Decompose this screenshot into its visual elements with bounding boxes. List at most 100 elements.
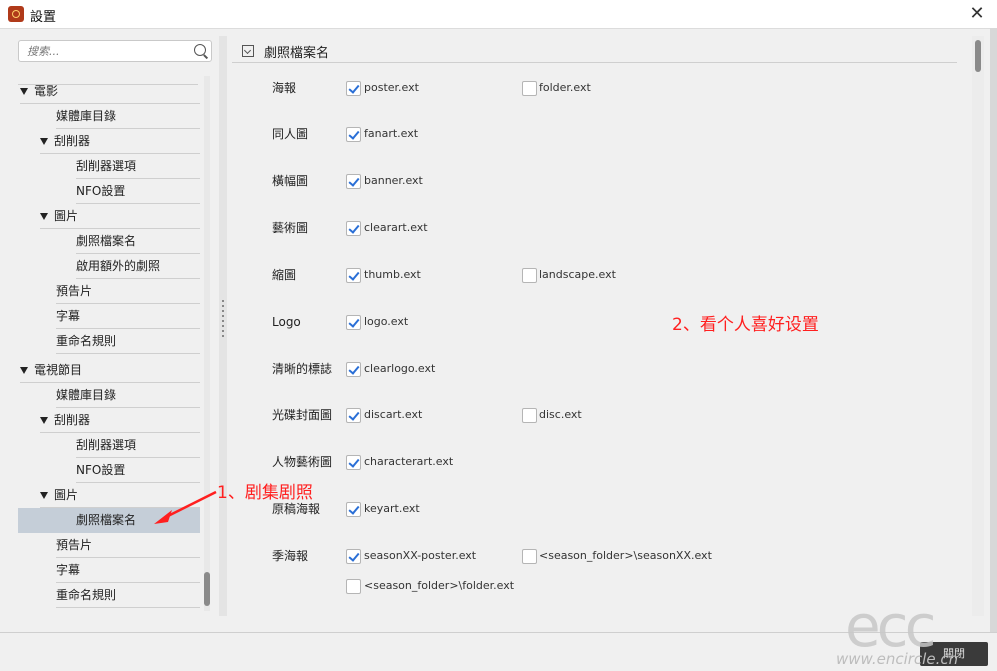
tree-item-movie-nfo[interactable]: NFO設置 — [76, 179, 200, 204]
checkbox-keyart[interactable] — [346, 502, 361, 517]
tree-item-label: 刮削器選項 — [76, 438, 137, 452]
collapse-icon[interactable] — [242, 45, 254, 57]
checkbox-label: logo.ext — [364, 315, 409, 328]
tree-item-movie-library[interactable]: 媒體庫目錄 — [56, 104, 200, 129]
tree-item-movie-scraper-options[interactable]: 刮削器選項 — [76, 154, 200, 179]
checkbox-label: <season_folder>\folder.ext — [364, 579, 515, 592]
tree-item-label: 刮削器 — [54, 134, 91, 148]
tree-item-tv-trailer[interactable]: 預告片 — [56, 533, 200, 558]
checkbox-label: thumb.ext — [364, 268, 421, 281]
search-icon[interactable] — [194, 44, 206, 56]
tree-item-label: 啟用額外的劇照 — [76, 259, 161, 273]
content-scrollbar-thumb[interactable] — [975, 40, 981, 72]
tree-item-tv-rename[interactable]: 重命名規則 — [56, 583, 200, 608]
tree-item-label: NFO設置 — [76, 463, 126, 477]
checkbox-label: disc.ext — [539, 408, 582, 421]
row-label-clearart: 藝術圖 — [272, 221, 309, 235]
window-title: 設置 — [30, 10, 57, 25]
tree-item-label: 電視節目 — [34, 363, 83, 377]
checkbox-label: landscape.ext — [539, 268, 616, 281]
search-box[interactable] — [18, 40, 212, 62]
row-label-thumb: 縮圖 — [272, 268, 297, 282]
section-title: 劇照檔案名 — [264, 46, 330, 61]
row-label-banner: 橫幅圖 — [272, 174, 309, 188]
tree-scrollbar-thumb[interactable] — [204, 572, 210, 606]
checkbox-label: <season_folder>\seasonXX.ext — [539, 549, 712, 562]
tree-item-label: 重命名規則 — [56, 334, 117, 348]
row-label-poster: 海報 — [272, 81, 297, 95]
checkbox-label: banner.ext — [364, 174, 423, 187]
tree-item-label: 媒體庫目錄 — [56, 109, 117, 123]
close-window-button[interactable]: ✕ — [963, 2, 991, 26]
tree-item-tvshows[interactable]: 電視節目 — [20, 358, 200, 383]
title-bar: 設置 ✕ — [0, 0, 997, 29]
checkbox-folder[interactable] — [522, 81, 537, 96]
checkbox-landscape[interactable] — [522, 268, 537, 283]
checkbox-label: folder.ext — [539, 81, 591, 94]
checkbox-clearart[interactable] — [346, 221, 361, 236]
app-logo-icon — [8, 6, 24, 22]
tree-item-label: 媒體庫目錄 — [56, 388, 117, 402]
annotation-arrow-icon — [154, 490, 217, 524]
tree-item-label: NFO設置 — [76, 184, 126, 198]
tree-item-movie-scraper[interactable]: 刮削器 — [40, 129, 200, 154]
row-label-keyart: 原稿海報 — [272, 502, 321, 516]
checkbox-season-poster[interactable] — [346, 549, 361, 564]
splitter-grip-icon[interactable] — [222, 300, 224, 340]
watermark-url: www.encircle.cn — [836, 650, 959, 668]
checkbox-label: poster.ext — [364, 81, 419, 94]
checkbox-characterart[interactable] — [346, 455, 361, 470]
tree-item-label: 刮削器 — [54, 413, 91, 427]
tree-item-tv-nfo[interactable]: NFO設置 — [76, 458, 200, 483]
tree-item-label: 電影 — [34, 84, 59, 98]
row-label-characterart: 人物藝術圖 — [272, 455, 333, 469]
tree-item-movie-image-filenames[interactable]: 劇照檔案名 — [76, 229, 200, 254]
tree-item-label: 圖片 — [54, 209, 79, 223]
row-label-logo: Logo — [272, 315, 301, 329]
tree-item-label: 預告片 — [56, 284, 93, 298]
tree-item-tv-scraper[interactable]: 刮削器 — [40, 408, 200, 433]
tree-item-movies[interactable]: 電影 — [20, 79, 200, 104]
row-label-clearlogo: 清晰的標誌 — [272, 362, 333, 376]
tree-item-label: 字幕 — [56, 563, 81, 577]
expand-arrow-icon[interactable] — [40, 417, 48, 424]
tree-item-movie-subtitles[interactable]: 字幕 — [56, 304, 200, 329]
checkbox-label: discart.ext — [364, 408, 423, 421]
search-input[interactable] — [25, 42, 189, 60]
tree-item-movie-rename[interactable]: 重命名規則 — [56, 329, 200, 354]
tree-item-tv-scraper-options[interactable]: 刮削器選項 — [76, 433, 200, 458]
tree-item-label: 字幕 — [56, 309, 81, 323]
checkbox-thumb[interactable] — [346, 268, 361, 283]
checkbox-discart[interactable] — [346, 408, 361, 423]
checkbox-clearlogo[interactable] — [346, 362, 361, 377]
settings-tree: 電影 媒體庫目錄 刮削器 刮削器選項 NFO設置 圖片 劇照檔案名 啟用額外的劇… — [4, 70, 204, 610]
background-window-edge — [990, 28, 997, 632]
checkbox-banner[interactable] — [346, 174, 361, 189]
tree-item-tv-library[interactable]: 媒體庫目錄 — [56, 383, 200, 408]
annotation-step1: 1、剧集剧照 — [217, 483, 313, 503]
expand-arrow-icon[interactable] — [20, 88, 28, 95]
row-label-discart: 光碟封面圖 — [272, 408, 333, 422]
checkbox-label: keyart.ext — [364, 502, 420, 515]
tree-item-tv-subtitles[interactable]: 字幕 — [56, 558, 200, 583]
checkbox-disc[interactable] — [522, 408, 537, 423]
checkbox-logo[interactable] — [346, 315, 361, 330]
tree-item-label: 預告片 — [56, 538, 93, 552]
expand-arrow-icon[interactable] — [40, 492, 48, 499]
checkbox-season-folder-folder[interactable] — [346, 579, 361, 594]
tree-item-movie-images[interactable]: 圖片 — [40, 204, 200, 229]
tree-item-movie-extra-images[interactable]: 啟用額外的劇照 — [76, 254, 200, 279]
tree-item-label: 重命名規則 — [56, 588, 117, 602]
checkbox-label: clearart.ext — [364, 221, 428, 234]
checkbox-label: characterart.ext — [364, 455, 454, 468]
expand-arrow-icon[interactable] — [20, 367, 28, 374]
tree-scrollbar-track[interactable] — [204, 76, 210, 611]
row-label-season-poster: 季海報 — [272, 549, 309, 563]
checkbox-poster[interactable] — [346, 81, 361, 96]
checkbox-fanart[interactable] — [346, 127, 361, 142]
expand-arrow-icon[interactable] — [40, 213, 48, 220]
content-scrollbar-track[interactable] — [972, 36, 984, 616]
expand-arrow-icon[interactable] — [40, 138, 48, 145]
tree-item-movie-trailer[interactable]: 預告片 — [56, 279, 200, 304]
checkbox-season-folder-seasonxx[interactable] — [522, 549, 537, 564]
